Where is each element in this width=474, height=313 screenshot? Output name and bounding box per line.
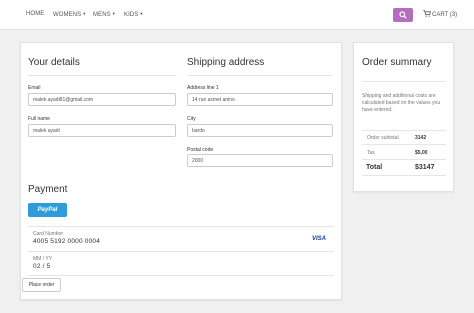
divider [362,81,446,82]
city-label: City [187,116,196,122]
city-field[interactable] [187,124,333,137]
total-value: $3147 [415,164,435,171]
summary-description: Shipping and additional costs are calcul… [362,93,441,113]
fullname-field[interactable] [28,124,176,137]
postal-code-label: Postal code [187,147,214,153]
email-label: Email [28,85,41,91]
divider [362,144,446,145]
divider [28,275,334,276]
nav-womens-label: WOMENS [53,12,82,18]
payment-title: Payment [28,184,68,195]
divider [362,175,446,176]
expiry-value[interactable]: 02 / 5 [33,263,50,270]
caret-down-icon: ▼ [111,11,116,16]
caret-down-icon: ▼ [139,11,144,16]
fullname-label: Full name [28,116,50,122]
nav-mens-label: MENS [93,12,111,18]
visa-logo-icon: VISA [312,236,327,242]
tax-label: Tax [367,150,375,156]
divider [28,226,334,227]
divider [362,130,446,131]
email-field[interactable] [28,93,176,106]
total-label: Total [366,164,383,171]
divider [28,75,177,76]
order-summary-title: Order summary [362,57,432,68]
paypal-button[interactable]: PayPal [28,203,67,217]
search-button[interactable] [393,8,413,22]
caret-down-icon: ▼ [82,11,87,16]
nav-home-label: HOME [26,11,45,17]
nav-womens[interactable]: WOMENS▼ [53,11,86,18]
place-order-button[interactable]: Place order [22,278,61,292]
cart-link[interactable]: CART (3) [423,10,457,18]
address-line-label: Address line 1 [187,85,219,91]
shipping-address-title: Shipping address [187,57,265,68]
search-icon [399,11,407,19]
subtotal-value: 3142 [415,135,427,141]
expiry-label: MM / YY [33,256,53,262]
card-number-value[interactable]: 4005 5192 0000 0004 [33,238,100,245]
postal-code-field[interactable] [187,154,333,167]
divider [28,251,334,252]
cart-label: CART (3) [432,12,458,18]
your-details-title: Your details [28,57,80,68]
top-navbar: HOME WOMENS▼ MENS▼ KIDS▼ CART (3) [0,0,474,30]
shopping-cart-icon [423,10,432,17]
nav-kids-label: KIDS [124,12,139,18]
nav-mens[interactable]: MENS▼ [93,11,116,18]
nav-home[interactable]: HOME [26,11,44,17]
checkout-form-card [20,42,342,300]
card-number-label: Card Number [33,231,64,237]
nav-kids[interactable]: KIDS▼ [124,11,143,18]
divider [362,159,446,160]
subtotal-label: Order subtotal [367,135,399,141]
divider [187,75,333,76]
address-line-field[interactable] [187,93,333,106]
tax-value: $5,00 [415,150,428,156]
